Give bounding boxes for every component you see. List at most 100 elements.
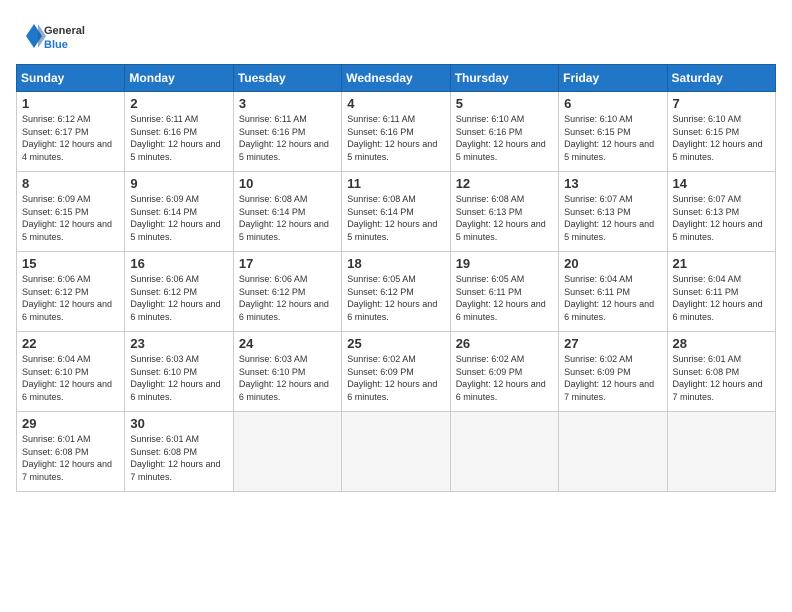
day-number: 15 — [22, 256, 119, 271]
col-thursday: Thursday — [450, 65, 558, 92]
col-friday: Friday — [559, 65, 667, 92]
day-cell: 9 Sunrise: 6:09 AMSunset: 6:14 PMDaylight… — [125, 172, 233, 252]
day-cell: 22 Sunrise: 6:04 AMSunset: 6:10 PMDayligh… — [17, 332, 125, 412]
day-info: Sunrise: 6:11 AMSunset: 6:16 PMDaylight:… — [130, 113, 227, 163]
day-info: Sunrise: 6:01 AMSunset: 6:08 PMDaylight:… — [673, 353, 770, 403]
day-number: 23 — [130, 336, 227, 351]
day-cell: 6 Sunrise: 6:10 AMSunset: 6:15 PMDaylight… — [559, 92, 667, 172]
day-cell: 14 Sunrise: 6:07 AMSunset: 6:13 PMDayligh… — [667, 172, 775, 252]
day-info: Sunrise: 6:01 AMSunset: 6:08 PMDaylight:… — [22, 433, 119, 483]
day-info: Sunrise: 6:07 AMSunset: 6:13 PMDaylight:… — [673, 193, 770, 243]
day-number: 3 — [239, 96, 336, 111]
day-info: Sunrise: 6:04 AMSunset: 6:11 PMDaylight:… — [564, 273, 661, 323]
logo: General Blue — [16, 16, 106, 56]
day-number: 6 — [564, 96, 661, 111]
day-info: Sunrise: 6:10 AMSunset: 6:15 PMDaylight:… — [673, 113, 770, 163]
calendar-row: 29Sunrise: 6:01 AMSunset: 6:08 PMDayligh… — [17, 412, 776, 492]
calendar-table: Sunday Monday Tuesday Wednesday Thursday… — [16, 64, 776, 492]
day-cell: 16 Sunrise: 6:06 AMSunset: 6:12 PMDayligh… — [125, 252, 233, 332]
day-number: 13 — [564, 176, 661, 191]
day-cell: 12 Sunrise: 6:08 AMSunset: 6:13 PMDayligh… — [450, 172, 558, 252]
day-info: Sunrise: 6:05 AMSunset: 6:12 PMDaylight:… — [347, 273, 444, 323]
day-info: Sunrise: 6:03 AMSunset: 6:10 PMDaylight:… — [239, 353, 336, 403]
day-info: Sunrise: 6:04 AMSunset: 6:10 PMDaylight:… — [22, 353, 119, 403]
day-cell: 28 Sunrise: 6:01 AMSunset: 6:08 PMDayligh… — [667, 332, 775, 412]
day-number: 17 — [239, 256, 336, 271]
col-wednesday: Wednesday — [342, 65, 450, 92]
day-number: 27 — [564, 336, 661, 351]
day-cell: 21 Sunrise: 6:04 AMSunset: 6:11 PMDayligh… — [667, 252, 775, 332]
header-row: Sunday Monday Tuesday Wednesday Thursday… — [17, 65, 776, 92]
day-cell: 1 Sunrise: 6:12 AMSunset: 6:17 PMDaylight… — [17, 92, 125, 172]
day-number: 14 — [673, 176, 770, 191]
day-info: Sunrise: 6:12 AMSunset: 6:17 PMDaylight:… — [22, 113, 119, 163]
page-header: General Blue — [16, 16, 776, 56]
day-cell: 10Sunrise: 6:08 AMSunset: 6:14 PMDayligh… — [233, 172, 341, 252]
day-info: Sunrise: 6:07 AMSunset: 6:13 PMDaylight:… — [564, 193, 661, 243]
day-info: Sunrise: 6:10 AMSunset: 6:16 PMDaylight:… — [456, 113, 553, 163]
day-number: 30 — [130, 416, 227, 431]
svg-text:Blue: Blue — [44, 39, 68, 51]
day-info: Sunrise: 6:02 AMSunset: 6:09 PMDaylight:… — [456, 353, 553, 403]
day-number: 1 — [22, 96, 119, 111]
day-info: Sunrise: 6:10 AMSunset: 6:15 PMDaylight:… — [564, 113, 661, 163]
day-info: Sunrise: 6:03 AMSunset: 6:10 PMDaylight:… — [130, 353, 227, 403]
day-info: Sunrise: 6:08 AMSunset: 6:13 PMDaylight:… — [456, 193, 553, 243]
calendar-row: 22 Sunrise: 6:04 AMSunset: 6:10 PMDayligh… — [17, 332, 776, 412]
day-info: Sunrise: 6:08 AMSunset: 6:14 PMDaylight:… — [347, 193, 444, 243]
day-cell: 30Sunrise: 6:01 AMSunset: 6:08 PMDayligh… — [125, 412, 233, 492]
day-number: 2 — [130, 96, 227, 111]
day-number: 25 — [347, 336, 444, 351]
day-number: 26 — [456, 336, 553, 351]
day-info: Sunrise: 6:06 AMSunset: 6:12 PMDaylight:… — [239, 273, 336, 323]
day-cell: 24 Sunrise: 6:03 AMSunset: 6:10 PMDayligh… — [233, 332, 341, 412]
day-cell: 20 Sunrise: 6:04 AMSunset: 6:11 PMDayligh… — [559, 252, 667, 332]
col-saturday: Saturday — [667, 65, 775, 92]
svg-text:General: General — [44, 25, 85, 37]
day-cell: 5 Sunrise: 6:10 AMSunset: 6:16 PMDaylight… — [450, 92, 558, 172]
day-number: 9 — [130, 176, 227, 191]
day-info: Sunrise: 6:04 AMSunset: 6:11 PMDaylight:… — [673, 273, 770, 323]
day-cell: 15 Sunrise: 6:06 AMSunset: 6:12 PMDayligh… — [17, 252, 125, 332]
day-cell: 19Sunrise: 6:05 AMSunset: 6:11 PMDayligh… — [450, 252, 558, 332]
day-number: 20 — [564, 256, 661, 271]
day-number: 10 — [239, 176, 336, 191]
calendar-row: 1 Sunrise: 6:12 AMSunset: 6:17 PMDaylight… — [17, 92, 776, 172]
day-cell: 2 Sunrise: 6:11 AMSunset: 6:16 PMDaylight… — [125, 92, 233, 172]
day-number: 11 — [347, 176, 444, 191]
day-cell: 17 Sunrise: 6:06 AMSunset: 6:12 PMDayligh… — [233, 252, 341, 332]
day-info: Sunrise: 6:06 AMSunset: 6:12 PMDaylight:… — [22, 273, 119, 323]
day-info: Sunrise: 6:11 AMSunset: 6:16 PMDaylight:… — [347, 113, 444, 163]
day-cell: 11 Sunrise: 6:08 AMSunset: 6:14 PMDayligh… — [342, 172, 450, 252]
day-cell: 27 Sunrise: 6:02 AMSunset: 6:09 PMDayligh… — [559, 332, 667, 412]
day-number: 24 — [239, 336, 336, 351]
day-info: Sunrise: 6:02 AMSunset: 6:09 PMDaylight:… — [564, 353, 661, 403]
day-number: 22 — [22, 336, 119, 351]
day-number: 5 — [456, 96, 553, 111]
day-cell: 26 Sunrise: 6:02 AMSunset: 6:09 PMDayligh… — [450, 332, 558, 412]
empty-cell — [559, 412, 667, 492]
calendar-row: 15 Sunrise: 6:06 AMSunset: 6:12 PMDayligh… — [17, 252, 776, 332]
day-number: 21 — [673, 256, 770, 271]
day-info: Sunrise: 6:02 AMSunset: 6:09 PMDaylight:… — [347, 353, 444, 403]
day-cell: 18Sunrise: 6:05 AMSunset: 6:12 PMDayligh… — [342, 252, 450, 332]
logo-svg: General Blue — [16, 16, 106, 56]
day-number: 8 — [22, 176, 119, 191]
day-cell: 7Sunrise: 6:10 AMSunset: 6:15 PMDaylight… — [667, 92, 775, 172]
day-info: Sunrise: 6:09 AMSunset: 6:14 PMDaylight:… — [130, 193, 227, 243]
col-sunday: Sunday — [17, 65, 125, 92]
day-info: Sunrise: 6:06 AMSunset: 6:12 PMDaylight:… — [130, 273, 227, 323]
day-cell: 25 Sunrise: 6:02 AMSunset: 6:09 PMDayligh… — [342, 332, 450, 412]
day-cell: 29Sunrise: 6:01 AMSunset: 6:08 PMDayligh… — [17, 412, 125, 492]
day-cell: 3 Sunrise: 6:11 AMSunset: 6:16 PMDaylight… — [233, 92, 341, 172]
day-number: 28 — [673, 336, 770, 351]
empty-cell — [450, 412, 558, 492]
day-info: Sunrise: 6:09 AMSunset: 6:15 PMDaylight:… — [22, 193, 119, 243]
day-info: Sunrise: 6:05 AMSunset: 6:11 PMDaylight:… — [456, 273, 553, 323]
day-cell: 13 Sunrise: 6:07 AMSunset: 6:13 PMDayligh… — [559, 172, 667, 252]
day-info: Sunrise: 6:11 AMSunset: 6:16 PMDaylight:… — [239, 113, 336, 163]
day-number: 12 — [456, 176, 553, 191]
col-monday: Monday — [125, 65, 233, 92]
day-number: 16 — [130, 256, 227, 271]
day-number: 4 — [347, 96, 444, 111]
